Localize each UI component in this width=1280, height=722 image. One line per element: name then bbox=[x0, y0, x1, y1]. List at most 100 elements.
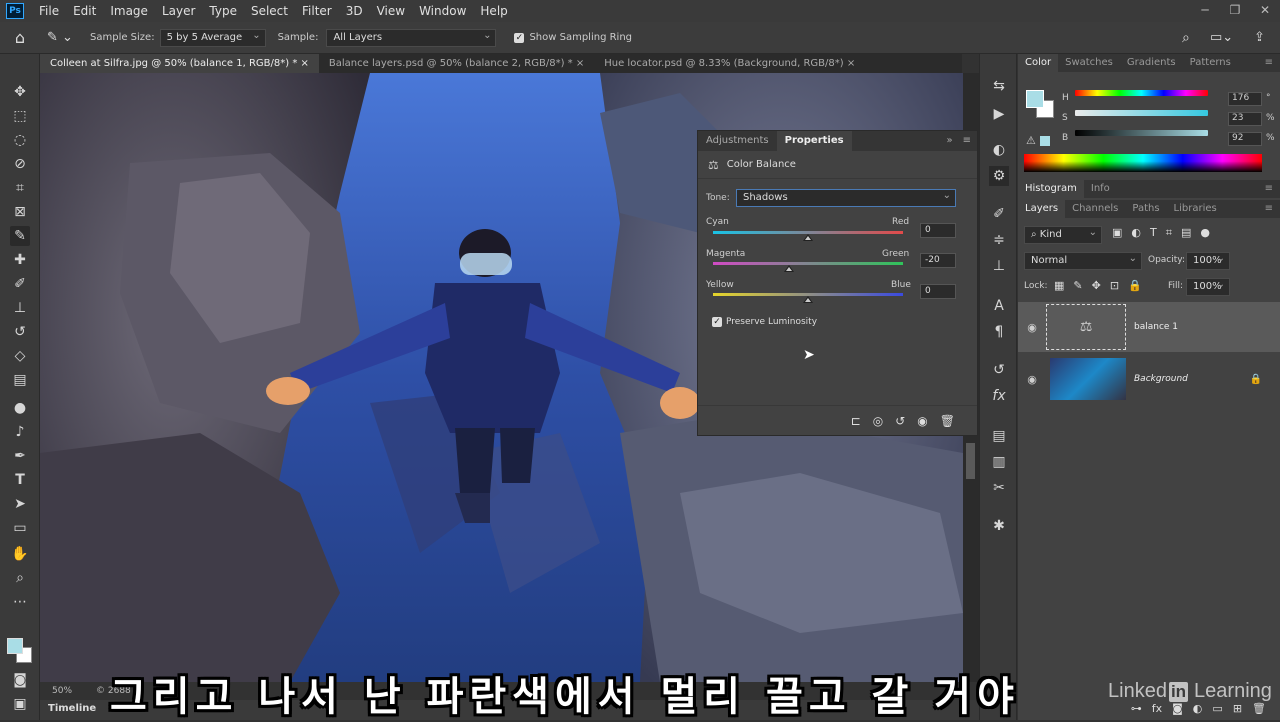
reset-icon[interactable]: ↺ bbox=[895, 414, 905, 428]
smart-filter-icon[interactable]: ▤ bbox=[1181, 226, 1191, 240]
fg-color-swatch[interactable] bbox=[1026, 90, 1044, 108]
cyan-red-thumb[interactable] bbox=[803, 234, 813, 241]
tone-select[interactable]: Shadows bbox=[736, 188, 956, 207]
info-icon[interactable]: ▥ bbox=[989, 452, 1009, 472]
close-button[interactable]: ✕ bbox=[1250, 0, 1280, 22]
tab-paths[interactable]: Paths bbox=[1125, 200, 1166, 218]
styles-icon[interactable]: fx bbox=[989, 386, 1009, 406]
menu-layer[interactable]: Layer bbox=[155, 4, 202, 18]
more-tools-icon[interactable]: ⋯ bbox=[10, 592, 30, 612]
3d-icon[interactable]: ✱ bbox=[989, 516, 1009, 536]
cyan-red-slider[interactable] bbox=[713, 231, 903, 241]
zoom-level[interactable]: 50% bbox=[40, 686, 86, 696]
preserve-luminosity-checkbox[interactable]: ✓ bbox=[712, 317, 722, 327]
frame-tool-icon[interactable]: ⊠ bbox=[10, 202, 30, 222]
delete-icon[interactable]: 🗑 bbox=[940, 414, 955, 428]
menu-filter[interactable]: Filter bbox=[295, 4, 339, 18]
pen-tool-icon[interactable]: ✒ bbox=[10, 446, 30, 466]
hand-tool-icon[interactable]: ✋ bbox=[10, 544, 30, 564]
foreground-color-swatch[interactable] bbox=[7, 638, 23, 654]
lasso-tool-icon[interactable]: ◌ bbox=[10, 130, 30, 150]
layer-row-background[interactable]: ◉ Background 🔒 bbox=[1018, 354, 1280, 404]
sample-select[interactable]: All Layers bbox=[326, 28, 497, 47]
adjustment-filter-icon[interactable]: ◐ bbox=[1131, 226, 1141, 240]
blend-mode-select[interactable]: Normal bbox=[1024, 251, 1142, 270]
visibility-icon[interactable]: ◉ bbox=[917, 414, 927, 428]
lock-all-icon[interactable]: 🔒 bbox=[1128, 279, 1142, 292]
yellow-blue-thumb[interactable] bbox=[803, 296, 813, 303]
tab-hue-locator[interactable]: Hue locator.psd @ 8.33% (Background, RGB… bbox=[594, 54, 865, 73]
yellow-blue-value[interactable]: 0 bbox=[920, 284, 956, 299]
move-tool-icon[interactable]: ✥ bbox=[10, 82, 30, 102]
menu-view[interactable]: View bbox=[370, 4, 412, 18]
eraser-tool-icon[interactable]: ◇ bbox=[10, 346, 30, 366]
brush-tool-icon[interactable]: ✐ bbox=[10, 274, 30, 294]
add-style-icon[interactable]: fx bbox=[1152, 702, 1162, 715]
menu-edit[interactable]: Edit bbox=[66, 4, 103, 18]
paragraph-icon[interactable]: ¶ bbox=[989, 322, 1009, 342]
tab-adjustments[interactable]: Adjustments bbox=[698, 131, 777, 151]
character-icon[interactable]: A bbox=[989, 296, 1009, 316]
filter-toggle-icon[interactable]: ● bbox=[1200, 226, 1210, 240]
close-icon[interactable]: × bbox=[847, 58, 855, 69]
clone-source-icon[interactable]: ⊥ bbox=[989, 256, 1009, 276]
menu-select[interactable]: Select bbox=[244, 4, 295, 18]
tool-presets-icon[interactable]: ✂ bbox=[989, 478, 1009, 498]
new-adjustment-icon[interactable]: ◐ bbox=[1193, 702, 1203, 715]
layer-filter-select[interactable]: ⌕ Kind bbox=[1024, 225, 1102, 244]
tab-balance-layers[interactable]: Balance layers.psd @ 50% (balance 2, RGB… bbox=[319, 54, 594, 73]
tab-histogram[interactable]: Histogram bbox=[1018, 180, 1084, 198]
tab-swatches[interactable]: Swatches bbox=[1058, 54, 1120, 72]
marquee-tool-icon[interactable]: ⬚ bbox=[10, 106, 30, 126]
tab-layers[interactable]: Layers bbox=[1018, 200, 1066, 218]
crop-tool-icon[interactable]: ⌗ bbox=[10, 178, 30, 198]
search-icon[interactable]: ⌕ bbox=[1182, 30, 1190, 46]
panel-menu-icon[interactable]: ≡ bbox=[957, 131, 977, 151]
eyedropper-tool-icon[interactable]: ✎ ⌄ bbox=[40, 30, 80, 45]
delete-layer-icon[interactable]: 🗑 bbox=[1252, 702, 1266, 715]
menu-window[interactable]: Window bbox=[412, 4, 473, 18]
magenta-green-slider[interactable] bbox=[713, 262, 903, 272]
hue-slider[interactable] bbox=[1075, 90, 1208, 96]
cyan-red-value[interactable]: 0 bbox=[920, 223, 956, 238]
yellow-blue-slider[interactable] bbox=[713, 293, 903, 303]
sample-size-select[interactable]: 5 by 5 Average bbox=[159, 28, 266, 47]
blur-tool-icon[interactable]: ● bbox=[10, 398, 30, 418]
brightness-slider[interactable] bbox=[1075, 130, 1208, 136]
clone-stamp-icon[interactable]: ⊥ bbox=[10, 298, 30, 318]
menu-image[interactable]: Image bbox=[103, 4, 155, 18]
clip-to-layer-icon[interactable]: ⊏ bbox=[851, 414, 861, 428]
collapse-icon[interactable]: » bbox=[942, 131, 956, 151]
magenta-green-value[interactable]: -20 bbox=[920, 253, 956, 268]
tab-gradients[interactable]: Gradients bbox=[1120, 54, 1183, 72]
tab-info[interactable]: Info bbox=[1084, 180, 1117, 198]
web-color-swatch[interactable] bbox=[1040, 136, 1050, 146]
magenta-green-thumb[interactable] bbox=[784, 265, 794, 272]
lock-pixels-icon[interactable]: ✎ bbox=[1073, 279, 1082, 292]
eye-icon[interactable]: ◉ bbox=[1018, 321, 1046, 334]
h-value[interactable]: 176 bbox=[1228, 92, 1262, 106]
eyedropper-icon[interactable]: ✎ bbox=[10, 226, 30, 246]
history-brush-icon[interactable]: ↺ bbox=[10, 322, 30, 342]
dodge-tool-icon[interactable]: ♪ bbox=[10, 422, 30, 442]
quick-select-tool-icon[interactable]: ⊘ bbox=[10, 154, 30, 174]
history-panel-icon[interactable]: ↺ bbox=[989, 360, 1009, 380]
menu-help[interactable]: Help bbox=[473, 4, 514, 18]
restore-button[interactable]: ❐ bbox=[1220, 0, 1250, 22]
lock-position-icon[interactable]: ✥ bbox=[1092, 279, 1101, 292]
screen-mode-icon[interactable]: ▣ bbox=[10, 694, 30, 714]
show-ring-checkbox[interactable]: ✓ bbox=[514, 32, 525, 43]
zoom-tool-icon[interactable]: ⌕ bbox=[10, 568, 30, 588]
type-filter-icon[interactable]: T bbox=[1150, 226, 1157, 240]
panel-menu-icon[interactable]: ≡ bbox=[1258, 180, 1280, 198]
gradient-tool-icon[interactable]: ▤ bbox=[10, 370, 30, 390]
close-icon[interactable]: × bbox=[301, 58, 309, 69]
panel-menu-icon[interactable]: ≡ bbox=[1258, 200, 1280, 218]
tab-libraries[interactable]: Libraries bbox=[1167, 200, 1224, 218]
b-value[interactable]: 92 bbox=[1228, 132, 1262, 146]
tab-colleen[interactable]: Colleen at Silfra.jpg @ 50% (balance 1, … bbox=[40, 54, 319, 73]
healing-brush-icon[interactable]: ✚ bbox=[10, 250, 30, 270]
path-select-icon[interactable]: ➤ bbox=[10, 494, 30, 514]
new-layer-icon[interactable]: ⊞ bbox=[1233, 702, 1242, 715]
tab-patterns[interactable]: Patterns bbox=[1183, 54, 1238, 72]
